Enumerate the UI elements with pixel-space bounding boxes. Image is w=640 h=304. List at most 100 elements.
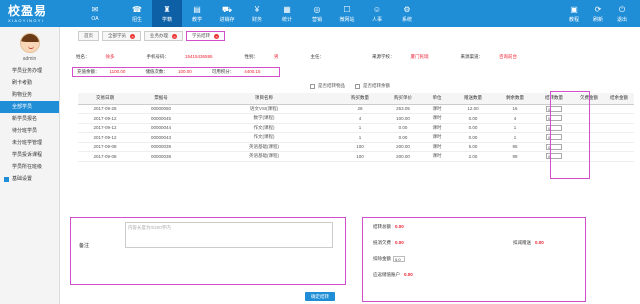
nav-item-9[interactable]: ☺ 人事: [362, 0, 392, 27]
sidebar-item-8[interactable]: 学员所在班级: [0, 161, 59, 173]
right-nav-item-2[interactable]: ⏻ 退出: [610, 0, 634, 27]
tab-label: 全部学员: [108, 33, 126, 38]
confirm-transfer-button[interactable]: 确定结转: [305, 292, 335, 301]
target-icon: ◎: [313, 4, 321, 14]
nav-item-8[interactable]: ☐ 微网站: [332, 0, 362, 27]
close-icon[interactable]: ×: [214, 33, 219, 39]
graduation-icon: ♜: [163, 4, 171, 14]
nav-item-5[interactable]: ¥ 财务: [242, 0, 272, 27]
sidebar-item-1[interactable]: 刷卡考勤: [0, 77, 59, 89]
avatar[interactable]: [19, 33, 40, 53]
summary-section: 结转总额 0.00 抵消欠费 0.00 扣减赠送 0.00 扣除金额 0.0 应返储值账…: [362, 217, 586, 302]
gender-label: 性别：: [244, 54, 259, 59]
tab-3[interactable]: 学员结转 ×: [186, 31, 225, 41]
tab-2[interactable]: 业务办理 ×: [144, 31, 183, 41]
nav-item-6[interactable]: ▦ 统计: [272, 0, 302, 27]
student-gender: 性别： 男: [245, 54, 295, 60]
remark-textarea[interactable]: 内容长度为0/200字内: [125, 222, 333, 248]
account-label: 应返储值账户: [373, 272, 400, 277]
checkbox-box[interactable]: [310, 83, 315, 89]
nav-label: 教程: [568, 16, 579, 23]
table-cell: [604, 104, 634, 114]
savings-value: 100.00: [177, 69, 192, 74]
table-cell: 2017-09-12: [78, 123, 132, 133]
table-cell: 2017-09-12: [78, 113, 132, 124]
nav-label: 统计: [281, 16, 292, 23]
sidebar-item-6[interactable]: 未分班学管理: [0, 137, 59, 149]
table-cell: 2017-09-08: [78, 151, 132, 162]
sidebar-item-7[interactable]: 学员投诉课程: [0, 149, 59, 161]
sidebar-item-4[interactable]: 新学员报名: [0, 113, 59, 125]
table-cell: 00000050: [132, 104, 190, 114]
right-nav-item-0[interactable]: ▣ 教程: [562, 0, 586, 27]
nav-item-10[interactable]: ⚙ 系统: [392, 0, 422, 27]
nav-label: 财务: [251, 16, 262, 23]
sidebar-item-5[interactable]: 待分班学员: [0, 125, 59, 137]
close-icon[interactable]: ×: [130, 33, 135, 39]
nav-label: 系统: [401, 16, 412, 23]
name-label: 姓名：: [76, 54, 90, 59]
chart-icon: ▦: [283, 4, 291, 14]
table-cell: 00000043: [132, 132, 190, 143]
nav-item-1[interactable]: ☎ 招生: [122, 0, 152, 27]
nav-item-2[interactable]: ♜ 学籍: [152, 0, 182, 27]
summary-arrears: 抵消欠费 0.00: [373, 240, 404, 246]
table-cell: 课时: [424, 142, 450, 152]
table-cell: [604, 151, 634, 162]
nav-item-7[interactable]: ◎ 营销: [302, 0, 332, 27]
deduct-value: 0.00: [535, 240, 544, 245]
sidebar-item-0[interactable]: 学员业务办理: [0, 65, 59, 77]
right-nav-item-1[interactable]: ⟳ 刷新: [586, 0, 610, 27]
checkbox-box[interactable]: [355, 83, 360, 89]
sidebar-item-2[interactable]: 购物业务: [0, 89, 59, 101]
table-cell: 200.00: [382, 142, 424, 152]
table-cell: 0.00: [450, 132, 496, 143]
savings-label: 储值次数：: [145, 69, 168, 74]
transfer-column-highlight: [550, 91, 590, 179]
table-cell: 2017-09-28: [78, 104, 132, 114]
nav-item-3[interactable]: ▤ 教学: [182, 0, 212, 27]
table-cell: 00000038: [132, 151, 190, 162]
sidebar-group-basic[interactable]: 基础设置: [0, 173, 59, 185]
sidebar: admin 学员业务办理 刷卡考勤 购物业务 全部学员 新学员报名 待分班学员 未分班学管理…: [0, 27, 60, 304]
tab-label: 首页: [84, 33, 93, 38]
phone-value: 15415436595: [185, 54, 213, 59]
table-cell: 2017-09-08: [78, 142, 132, 152]
table-cell: 英语基础(课程): [190, 151, 338, 162]
column-header: 票据号: [132, 93, 190, 105]
person-icon: ☺: [372, 4, 382, 14]
student-owner: 主任：: [311, 54, 357, 60]
web-icon: ☐: [343, 4, 351, 14]
transfer-goods-checkbox[interactable]: 是否结转物品: [310, 83, 345, 89]
nav-label: OA: [91, 16, 99, 22]
logo-name: 校盈易: [8, 3, 48, 18]
transfer-balance-checkbox[interactable]: 是否结转余额: [355, 83, 390, 89]
table-cell: 4: [496, 113, 534, 124]
logo: 校盈易 XIAOYINGYI: [0, 0, 80, 27]
close-icon[interactable]: ×: [172, 33, 177, 39]
gender-value: 男: [274, 54, 279, 59]
finance-icon: ¥: [254, 4, 260, 14]
student-school: 来源学校： 厦门民瑞: [372, 54, 445, 60]
nav-item-4[interactable]: ⛟ 进销存: [212, 0, 242, 27]
prepaid-label: 充值余额：: [77, 69, 100, 74]
table-cell: 作文(课程): [190, 132, 338, 143]
summary-account: 应返储值账户 0.00: [373, 272, 413, 278]
student-channel: 来源渠道： 咨询前台: [461, 54, 534, 60]
prepaid-balance: 充值余额： 1100.00: [77, 69, 135, 75]
transfer-value: 0.00: [395, 224, 404, 229]
tab-0[interactable]: 首页: [78, 31, 99, 41]
nav-label: 营销: [311, 16, 322, 23]
deduct-label: 扣减赠送: [513, 240, 531, 245]
remark-label: 备注: [79, 243, 90, 249]
points-value: 4400.15: [244, 69, 261, 74]
school-label: 来源学校：: [372, 54, 395, 59]
nav-item-0[interactable]: ✉ OA: [80, 0, 110, 27]
table-cell: [604, 123, 634, 133]
tab-1[interactable]: 全部学员 ×: [102, 31, 141, 41]
table-cell: 95: [496, 142, 534, 152]
fee-input[interactable]: 0.0: [393, 256, 405, 262]
summary-transfer: 结转总额 0.00: [373, 224, 404, 230]
sidebar-item-3[interactable]: 全部学员: [0, 101, 59, 113]
book-icon: ▤: [193, 4, 201, 14]
